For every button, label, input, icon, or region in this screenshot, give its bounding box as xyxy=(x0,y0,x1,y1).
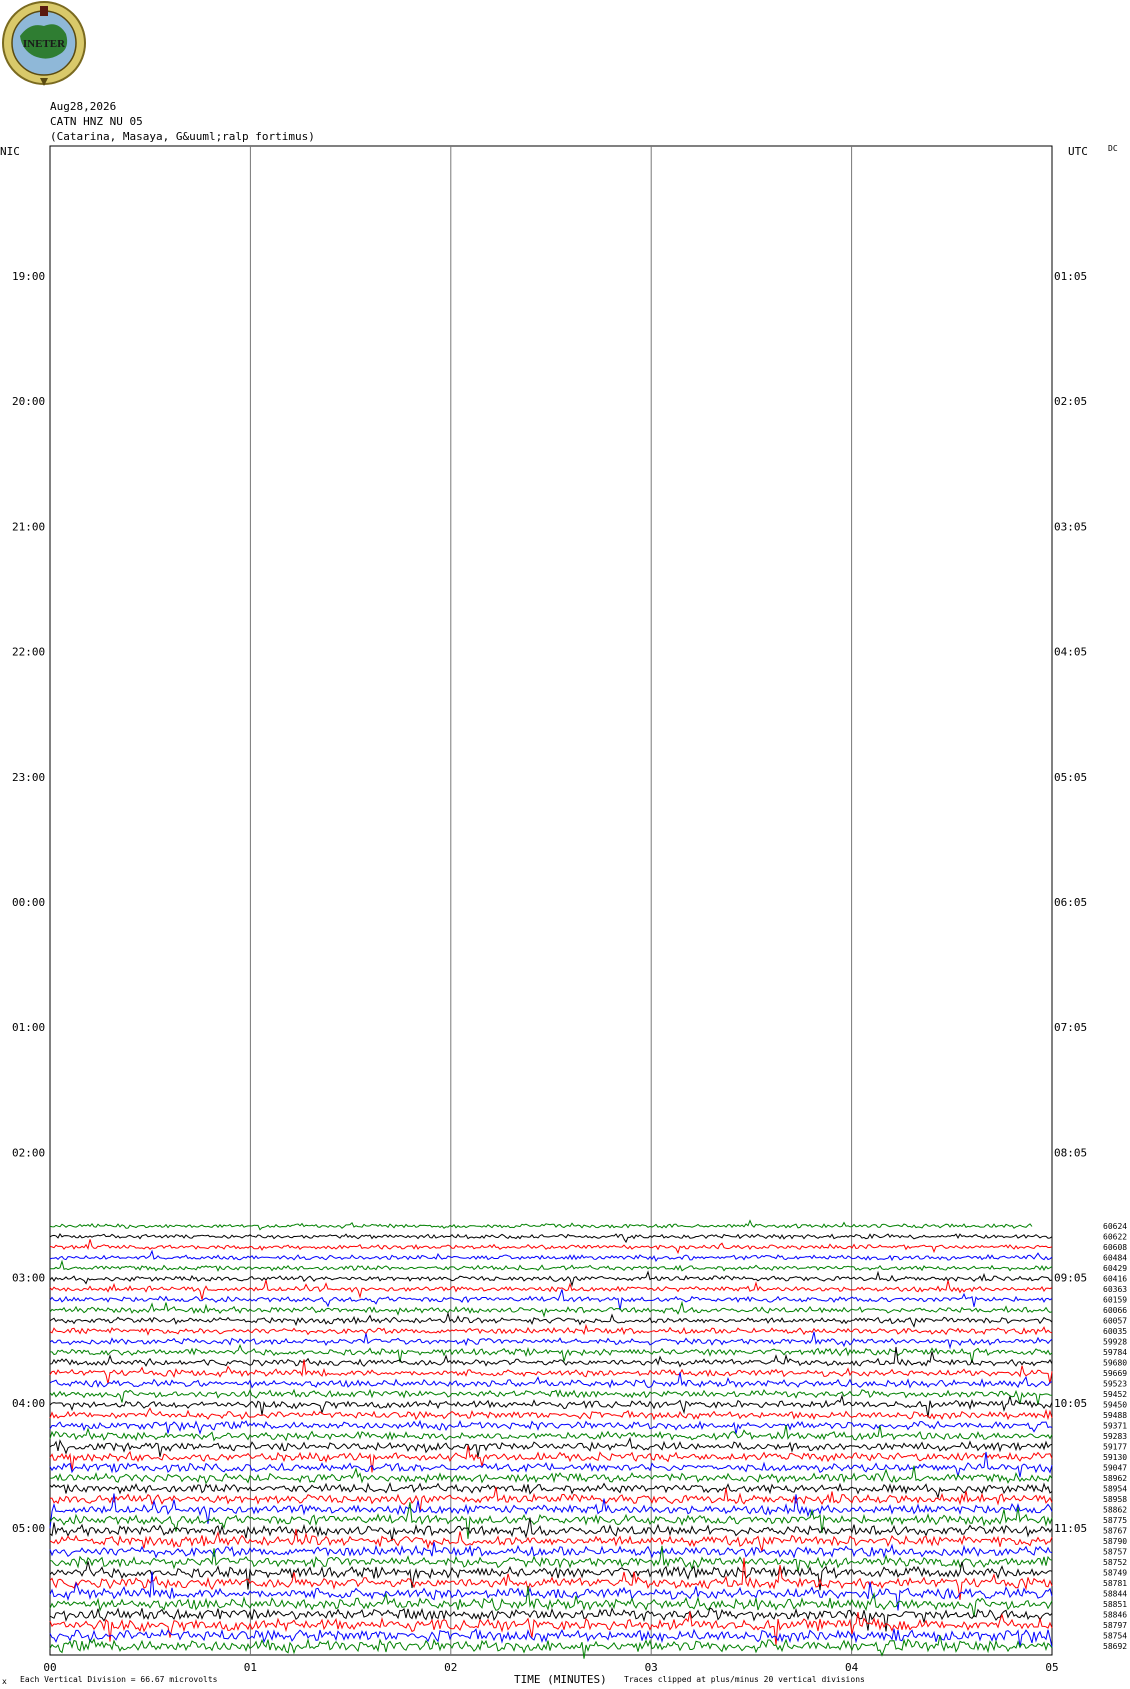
seismic-trace xyxy=(49,1542,1053,1559)
left-time-label: 19:00 xyxy=(12,270,45,283)
trace-value-label: 60363 xyxy=(1103,1285,1127,1294)
trace-value-label: 59928 xyxy=(1103,1338,1127,1347)
trace-value-label: 59450 xyxy=(1103,1401,1127,1410)
x-tick-label: 01 xyxy=(244,1661,257,1674)
trace-value-label: 58749 xyxy=(1103,1569,1127,1578)
trace-value-label: 59371 xyxy=(1103,1422,1127,1431)
trace-value-label: 59680 xyxy=(1103,1359,1127,1368)
trace-value-label: 58781 xyxy=(1103,1579,1127,1588)
right-time-label: 08:05 xyxy=(1054,1146,1087,1159)
seismic-trace xyxy=(49,1388,1053,1405)
x-tick-label: 05 xyxy=(1045,1661,1058,1674)
seismic-trace xyxy=(49,1419,1053,1435)
right-time-label: 09:05 xyxy=(1054,1272,1087,1285)
trace-value-label: 58790 xyxy=(1103,1537,1127,1546)
trace-value-label: 60416 xyxy=(1103,1275,1127,1284)
seismic-trace xyxy=(49,1300,1053,1318)
seismic-trace xyxy=(49,1311,1053,1328)
trace-value-label: 60622 xyxy=(1103,1233,1127,1242)
left-time-label: 02:00 xyxy=(12,1146,45,1159)
left-time-label: 00:00 xyxy=(12,896,45,909)
seismic-trace xyxy=(49,1233,1053,1244)
left-time-label: 05:00 xyxy=(12,1522,45,1535)
trace-value-label: 58862 xyxy=(1103,1506,1127,1515)
trace-value-label: 58692 xyxy=(1103,1642,1127,1651)
seismic-trace xyxy=(49,1249,1053,1263)
plot-frame xyxy=(49,145,1053,1656)
seismic-trace xyxy=(49,1346,1053,1368)
seismic-trace xyxy=(49,1517,1053,1542)
seismic-trace xyxy=(49,1239,1053,1255)
seismic-trace xyxy=(49,1407,1053,1421)
right-time-label: 10:05 xyxy=(1054,1397,1087,1410)
seismic-trace xyxy=(49,1436,1053,1457)
trace-value-label: 60057 xyxy=(1103,1317,1127,1326)
trace-value-label: 59047 xyxy=(1103,1464,1127,1473)
trace-value-label: 60429 xyxy=(1103,1264,1127,1273)
left-time-label: 03:00 xyxy=(12,1272,45,1285)
right-time-label: 05:05 xyxy=(1054,771,1087,784)
trace-value-label: 59488 xyxy=(1103,1411,1127,1420)
x-tick-label: 03 xyxy=(645,1661,658,1674)
trace-value-label: 58775 xyxy=(1103,1516,1127,1525)
trace-value-label: 58797 xyxy=(1103,1621,1127,1630)
trace-value-label: 59283 xyxy=(1103,1432,1127,1441)
trace-value-label: 58962 xyxy=(1103,1474,1127,1483)
trace-value-label: 60484 xyxy=(1103,1254,1127,1263)
left-time-label: 23:00 xyxy=(12,771,45,784)
trace-value-label: 60159 xyxy=(1103,1296,1127,1305)
trace-value-label: 58752 xyxy=(1103,1558,1127,1567)
trace-value-label: 58754 xyxy=(1103,1632,1127,1641)
seismic-trace xyxy=(49,1270,1053,1288)
trace-value-label: 60624 xyxy=(1103,1222,1127,1231)
seismic-trace xyxy=(49,1481,1053,1500)
right-time-label: 01:05 xyxy=(1054,270,1087,283)
seismic-trace xyxy=(49,1279,1053,1300)
seismic-trace xyxy=(49,1331,1053,1350)
left-time-label: 21:00 xyxy=(12,520,45,533)
seismic-trace xyxy=(49,1259,1053,1272)
right-time-label: 03:05 xyxy=(1054,520,1087,533)
trace-value-label: 60608 xyxy=(1103,1243,1127,1252)
trace-value-label: 59130 xyxy=(1103,1453,1127,1462)
right-time-label: 07:05 xyxy=(1054,1021,1087,1034)
trace-value-label: 58844 xyxy=(1103,1590,1127,1599)
trace-value-label: 59452 xyxy=(1103,1390,1127,1399)
trace-value-label: 59784 xyxy=(1103,1348,1127,1357)
seismic-trace xyxy=(49,1219,1033,1231)
trace-value-label: 58958 xyxy=(1103,1495,1127,1504)
right-time-label: 04:05 xyxy=(1054,646,1087,659)
seismic-trace xyxy=(49,1545,1053,1573)
trace-value-label: 60035 xyxy=(1103,1327,1127,1336)
left-time-label: 01:00 xyxy=(12,1021,45,1034)
footer-marker: x xyxy=(2,1677,7,1686)
trace-value-label: 60066 xyxy=(1103,1306,1127,1315)
x-tick-label: 00 xyxy=(43,1661,56,1674)
left-time-label: 04:00 xyxy=(12,1397,45,1410)
trace-value-label: 59177 xyxy=(1103,1443,1127,1452)
trace-value-label: 58757 xyxy=(1103,1548,1127,1557)
left-time-label: 20:00 xyxy=(12,395,45,408)
x-tick-label: 02 xyxy=(444,1661,457,1674)
seismic-trace xyxy=(49,1323,1053,1336)
scale-note: Each Vertical Division = 66.67 microvolt… xyxy=(20,1675,218,1684)
trace-value-label: 58767 xyxy=(1103,1527,1127,1536)
trace-value-label: 58954 xyxy=(1103,1485,1127,1494)
seismic-trace xyxy=(49,1628,1053,1648)
x-tick-label: 04 xyxy=(845,1661,859,1674)
seismic-trace xyxy=(49,1502,1053,1539)
right-time-label: 02:05 xyxy=(1054,395,1087,408)
trace-value-label: 58851 xyxy=(1103,1600,1127,1609)
trace-value-label: 59523 xyxy=(1103,1380,1127,1389)
helicorder-plot: 00 01 02 03 04 05 19:00 20:00 21:00 22:00 23:00 00:… xyxy=(12,145,1127,1674)
x-axis-label: TIME (MINUTES) xyxy=(514,1673,607,1686)
trace-value-label: 58846 xyxy=(1103,1611,1127,1620)
right-time-label: 11:05 xyxy=(1054,1522,1087,1535)
trace-value-label: 59669 xyxy=(1103,1369,1127,1378)
left-time-label: 22:00 xyxy=(12,646,45,659)
right-time-label: 06:05 xyxy=(1054,896,1087,909)
clip-note: Traces clipped at plus/minus 20 vertical… xyxy=(624,1675,865,1684)
